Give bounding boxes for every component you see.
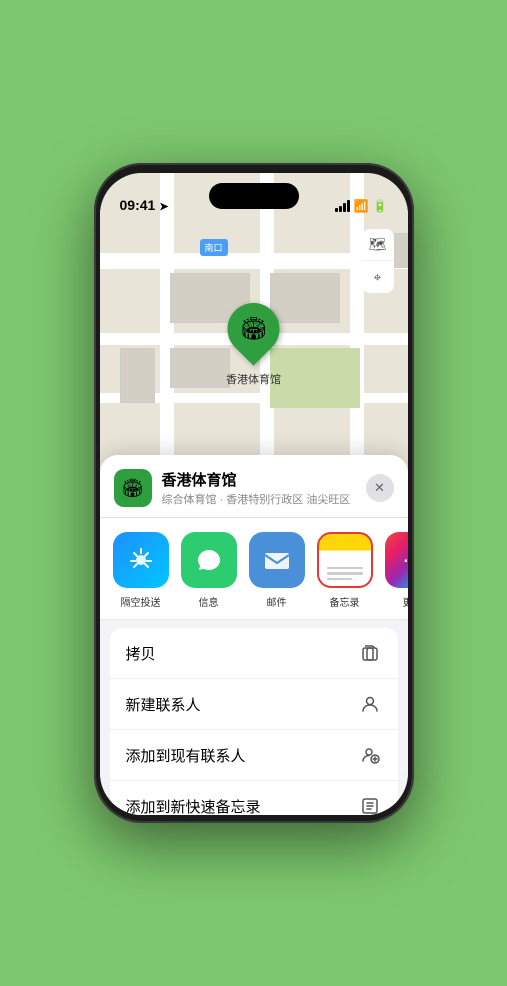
bottom-sheet: 🏟 香港体育馆 综合体育馆 · 香港特别行政区 油尖旺区 ✕ <box>100 455 408 815</box>
signal-bars-icon <box>335 200 350 212</box>
compass-icon: ⌖ <box>374 269 382 286</box>
phone-frame: 09:41 ➤ 📶 🔋 <box>94 163 414 823</box>
venue-stadium-icon: 🏟 <box>121 478 144 499</box>
pin-circle: 🏟 <box>217 292 291 366</box>
new-contact-icon <box>358 692 382 716</box>
add-to-contact-action[interactable]: 添加到现有联系人 <box>110 730 398 781</box>
map-type-button[interactable]: 🗺 <box>362 229 394 261</box>
notes-label: 备忘录 <box>330 594 360 609</box>
new-contact-action[interactable]: 新建联系人 <box>110 679 398 730</box>
phone-screen: 09:41 ➤ 📶 🔋 <box>100 173 408 815</box>
map-controls: 🗺 ⌖ <box>362 229 394 293</box>
more-icon: ⋯ <box>385 532 408 588</box>
add-contact-icon <box>358 743 382 767</box>
quick-note-icon <box>358 794 382 815</box>
quick-note-label: 添加到新快速备忘录 <box>126 796 261 816</box>
new-contact-label: 新建联系人 <box>126 694 201 715</box>
venue-name: 香港体育馆 <box>162 469 366 490</box>
airdrop-icon <box>113 532 169 588</box>
location-arrow-icon: ➤ <box>159 201 168 213</box>
status-icons: 📶 🔋 <box>335 199 388 213</box>
share-notes[interactable]: 备忘录 <box>314 532 376 609</box>
messages-label: 信息 <box>199 594 219 609</box>
add-to-contact-label: 添加到现有联系人 <box>126 745 246 766</box>
dynamic-island <box>209 183 299 209</box>
mail-label: 邮件 <box>267 594 287 609</box>
share-more[interactable]: ⋯ 更多 <box>382 532 408 609</box>
copy-icon <box>358 641 382 665</box>
close-icon: ✕ <box>374 480 385 496</box>
copy-label: 拷贝 <box>126 643 156 664</box>
mail-icon <box>249 532 305 588</box>
share-messages[interactable]: 信息 <box>178 532 240 609</box>
quick-note-action[interactable]: 添加到新快速备忘录 <box>110 781 398 815</box>
notes-icon <box>317 532 373 588</box>
airdrop-label: 隔空投送 <box>121 594 161 609</box>
copy-action[interactable]: 拷贝 <box>110 628 398 679</box>
close-button[interactable]: ✕ <box>366 474 394 502</box>
venue-icon: 🏟 <box>114 469 152 507</box>
wifi-icon: 📶 <box>354 199 369 213</box>
status-time: 09:41 ➤ <box>120 197 169 213</box>
share-mail[interactable]: 邮件 <box>246 532 308 609</box>
share-airdrop[interactable]: 隔空投送 <box>110 532 172 609</box>
stadium-pin: 🏟 香港体育馆 <box>226 303 281 387</box>
share-row: 隔空投送 信息 <box>100 518 408 620</box>
map-icon: 🗺 <box>369 236 387 253</box>
venue-subtitle: 综合体育馆 · 香港特别行政区 油尖旺区 <box>162 491 366 507</box>
sheet-header: 🏟 香港体育馆 综合体育馆 · 香港特别行政区 油尖旺区 ✕ <box>100 455 408 518</box>
battery-icon: 🔋 <box>373 199 388 213</box>
more-label: 更多 <box>403 594 408 609</box>
location-button[interactable]: ⌖ <box>362 261 394 293</box>
stadium-icon: 🏟 <box>240 316 268 342</box>
stadium-label: 香港体育馆 <box>226 371 281 387</box>
map-south-gate-label: 南口 <box>200 239 228 256</box>
venue-info: 香港体育馆 综合体育馆 · 香港特别行政区 油尖旺区 <box>162 469 366 507</box>
action-list: 拷贝 新建联系人 <box>110 628 398 815</box>
messages-icon <box>181 532 237 588</box>
